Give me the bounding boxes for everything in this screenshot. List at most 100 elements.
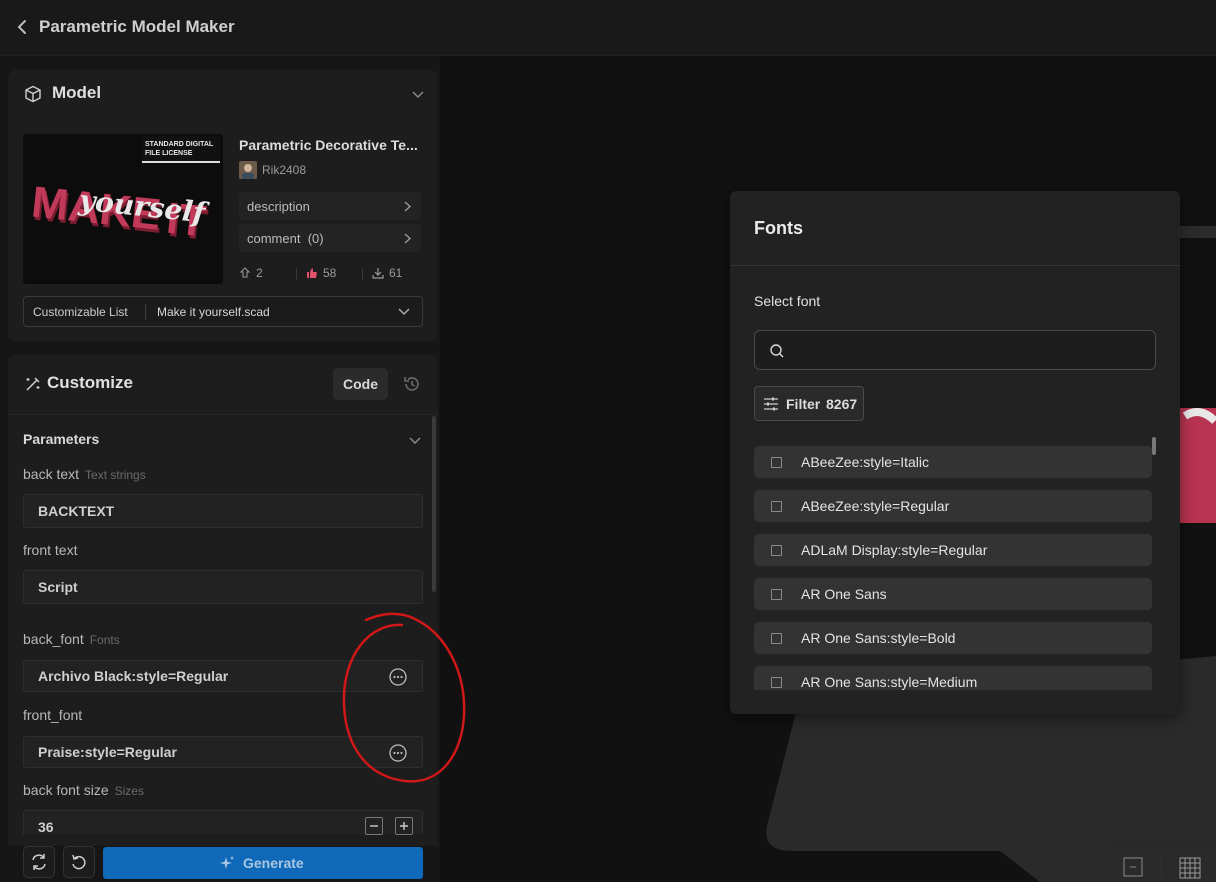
font-search-input[interactable] <box>754 330 1156 370</box>
description-row[interactable]: description <box>239 192 421 220</box>
comment-count: (0) <box>307 231 324 246</box>
undo-icon <box>72 854 86 870</box>
checkbox[interactable] <box>771 589 782 600</box>
action-bar: Generate <box>0 846 440 882</box>
front-font-label: front_font <box>23 707 82 723</box>
download-count: 61 <box>389 266 403 280</box>
list-item[interactable]: ADLaM Display:style=Regular <box>754 534 1152 566</box>
page-title: Parametric Model Maker <box>39 17 235 36</box>
font-name: AR One Sans:style=Bold <box>801 630 956 646</box>
avatar[interactable] <box>239 161 257 179</box>
search-icon <box>770 344 784 358</box>
model-card: Model MAKE MAKE IT IT yourself STANDARD … <box>8 70 438 342</box>
refresh-button[interactable] <box>23 846 55 878</box>
chevron-down-icon <box>398 308 410 316</box>
customize-section-title: Customize <box>47 373 133 392</box>
comment-label-text: comment <box>247 231 301 246</box>
download-icon <box>372 268 384 279</box>
select-divider <box>145 304 146 320</box>
grid-toggle-button[interactable] <box>1172 846 1206 882</box>
field-hint: Sizes <box>114 784 144 798</box>
stat-divider <box>362 268 363 280</box>
selected-file: Make it yourself.scad <box>157 305 270 319</box>
divider <box>730 265 1180 266</box>
select-font-label: Select font <box>754 293 821 309</box>
back-font-field[interactable]: Archivo Black:style=Regular <box>23 660 423 692</box>
checkbox[interactable] <box>771 677 782 688</box>
reset-button[interactable] <box>63 846 95 878</box>
comment-row[interactable]: comment (0) <box>239 224 421 252</box>
generate-label: Generate <box>243 855 304 871</box>
more-options-icon[interactable] <box>388 743 408 763</box>
scrollbar[interactable] <box>432 416 436 592</box>
font-name: AR One Sans <box>801 586 887 602</box>
divider <box>8 414 438 415</box>
field-value: 36 <box>38 819 54 835</box>
download-stat[interactable]: 61 <box>372 266 402 280</box>
like-count: 58 <box>323 266 337 280</box>
checkbox[interactable] <box>771 501 782 512</box>
filter-label: Filter <box>786 396 821 412</box>
stat-divider <box>296 268 297 280</box>
generate-button[interactable]: Generate <box>103 847 423 879</box>
chevron-left-icon[interactable] <box>14 18 30 36</box>
field-label-text: back font size <box>23 782 109 798</box>
minus-icon <box>370 825 378 827</box>
plus-icon <box>400 822 408 830</box>
list-item[interactable]: ABeeZee:style=Regular <box>754 490 1152 522</box>
model-thumbnail[interactable]: MAKE MAKE IT IT yourself STANDARD DIGITA… <box>23 134 223 284</box>
history-icon[interactable] <box>402 374 422 394</box>
more-options-icon[interactable] <box>388 667 408 687</box>
back-font-size-input[interactable]: 36 <box>23 810 423 835</box>
field-label-text: back_font <box>23 631 84 647</box>
description-label: description <box>247 199 310 214</box>
fonts-dialog: Fonts Select font Filter 8267 ABeeZee:st… <box>730 191 1180 714</box>
increment-button[interactable] <box>395 817 413 835</box>
zoom-out-button[interactable] <box>1116 846 1150 882</box>
field-label-text: front text <box>23 542 78 558</box>
list-item[interactable]: ABeeZee:style=Italic <box>754 446 1152 478</box>
grid-icon <box>1179 857 1201 879</box>
back-font-label: back_font Fonts <box>23 631 120 647</box>
checkbox[interactable] <box>771 633 782 644</box>
like-stat[interactable]: 58 <box>306 266 336 280</box>
field-value: Praise:style=Regular <box>38 744 177 760</box>
back-text-input[interactable]: BACKTEXT <box>23 494 423 528</box>
field-value: BACKTEXT <box>38 503 115 519</box>
checkbox[interactable] <box>771 457 782 468</box>
model-name[interactable]: Parametric Decorative Te... <box>239 137 429 153</box>
list-item[interactable]: AR One Sans:style=Medium <box>754 666 1152 690</box>
list-item[interactable]: AR One Sans <box>754 578 1152 610</box>
field-value: Archivo Black:style=Regular <box>38 668 229 684</box>
boost-icon <box>239 267 251 278</box>
back-text-label: back text Text strings <box>23 466 146 482</box>
scad-file-select[interactable]: Customizable List Make it yourself.scad <box>23 296 423 327</box>
code-button[interactable]: Code <box>333 368 388 400</box>
minus-square-icon <box>1123 857 1143 877</box>
divider <box>1108 842 1216 843</box>
field-hint: Fonts <box>89 633 120 647</box>
customizable-list-label: Customizable List <box>33 305 128 319</box>
license-line-1: STANDARD DIGITAL <box>145 141 214 148</box>
thumbs-up-icon <box>307 268 317 278</box>
field-label-text: back text <box>23 466 80 482</box>
decrement-button[interactable] <box>365 817 383 835</box>
top-bar: Parametric Model Maker <box>0 0 1216 56</box>
boost-count: 2 <box>256 266 263 280</box>
license-badge: STANDARD DIGITAL FILE LICENSE <box>142 136 220 163</box>
left-panel: Model MAKE MAKE IT IT yourself STANDARD … <box>0 56 440 882</box>
author-name[interactable]: Rik2408 <box>262 163 306 177</box>
filter-button[interactable]: Filter 8267 <box>754 386 864 421</box>
chevron-right-icon <box>404 201 411 212</box>
boost-stat[interactable]: 2 <box>239 266 263 280</box>
font-name: ABeeZee:style=Italic <box>801 454 930 470</box>
front-font-field[interactable]: Praise:style=Regular <box>23 736 423 768</box>
back-font-size-label: back font size Sizes <box>23 782 144 798</box>
chevron-down-icon[interactable] <box>408 436 422 446</box>
front-text-input[interactable]: Script <box>23 570 423 604</box>
chevron-down-icon[interactable] <box>411 90 425 100</box>
checkbox[interactable] <box>771 545 782 556</box>
list-item[interactable]: AR One Sans:style=Bold <box>754 622 1152 654</box>
sparkle-icon <box>220 856 234 869</box>
font-list: ABeeZee:style=Italic ABeeZee:style=Regul… <box>754 446 1154 690</box>
